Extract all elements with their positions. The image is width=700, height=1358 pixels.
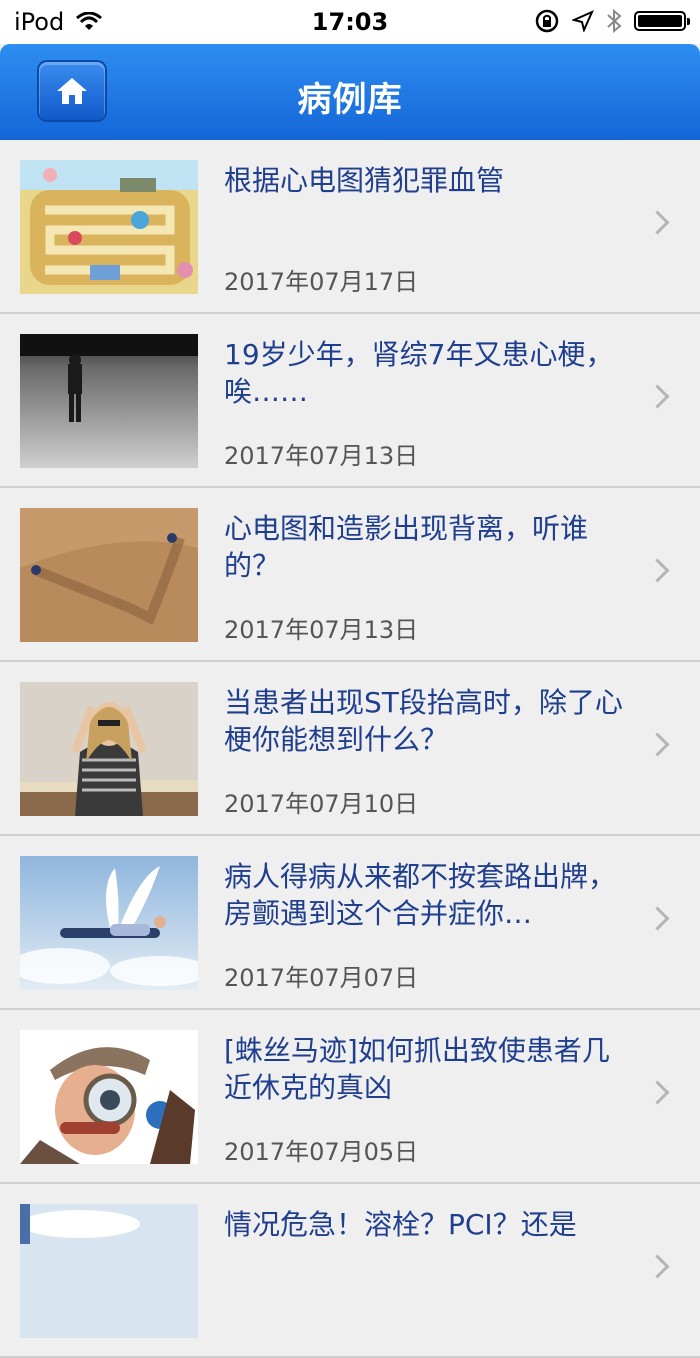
chevron-right-icon xyxy=(645,906,670,931)
case-title: 19岁少年，肾综7年又患心梗，唉…… xyxy=(224,338,614,408)
case-date: 2017年07月13日 xyxy=(224,616,419,644)
case-thumbnail xyxy=(20,160,198,294)
case-thumbnail xyxy=(20,1030,198,1164)
status-bar: iPod 17:03 xyxy=(0,0,700,44)
list-item[interactable]: 19岁少年，肾综7年又患心梗，唉…… 2017年07月13日 xyxy=(0,314,700,488)
chevron-right-icon xyxy=(645,558,670,583)
chevron-right-icon xyxy=(645,384,670,409)
list-item[interactable]: 根据心电图猜犯罪血管 2017年07月17日 xyxy=(0,140,700,314)
case-thumbnail xyxy=(20,682,198,816)
case-thumbnail xyxy=(20,508,198,642)
case-title: 心电图和造影出现背离，听谁的？ xyxy=(224,512,589,582)
page-title: 病例库 xyxy=(297,80,403,120)
chevron-right-icon xyxy=(645,732,670,757)
list-item[interactable]: [蛛丝马迹]如何抓出致使患者几近休克的真凶 2017年07月05日 xyxy=(0,1010,700,1184)
case-date: 2017年07月07日 xyxy=(224,964,419,992)
chevron-right-icon xyxy=(645,210,670,235)
location-icon xyxy=(572,10,594,32)
case-list: 根据心电图猜犯罪血管 2017年07月17日 19岁少年，肾综7年又患心梗，唉…… xyxy=(0,140,700,1358)
bluetooth-icon xyxy=(607,8,622,34)
case-date: 2017年07月17日 xyxy=(224,268,419,296)
rotation-lock-icon xyxy=(535,9,559,33)
battery-icon xyxy=(634,11,690,31)
case-title: [蛛丝马迹]如何抓出致使患者几近休克的真凶 xyxy=(224,1034,610,1104)
case-title: 病人得病从来都不按套路出牌，房颤遇到这个合并症你… xyxy=(224,860,617,930)
list-item[interactable]: 当患者出现ST段抬高时，除了心梗你能想到什么？ 2017年07月10日 xyxy=(0,662,700,836)
nav-bar: 病例库 xyxy=(0,44,700,141)
list-item[interactable]: 心电图和造影出现背离，听谁的？ 2017年07月13日 xyxy=(0,488,700,662)
list-item[interactable]: 情况危急！溶栓？PCI？还是 xyxy=(0,1184,700,1358)
case-title: 当患者出现ST段抬高时，除了心梗你能想到什么？ xyxy=(224,686,623,756)
case-title: 根据心电图猜犯罪血管 xyxy=(224,164,505,197)
case-date: 2017年07月10日 xyxy=(224,790,419,818)
case-date: 2017年07月13日 xyxy=(224,442,419,470)
chevron-right-icon xyxy=(645,1080,670,1105)
case-thumbnail xyxy=(20,334,198,468)
case-date: 2017年07月05日 xyxy=(224,1138,419,1166)
list-item[interactable]: 病人得病从来都不按套路出牌，房颤遇到这个合并症你… 2017年07月07日 xyxy=(0,836,700,1010)
status-right xyxy=(534,8,690,34)
case-title: 情况危急！溶栓？PCI？还是 xyxy=(224,1208,577,1241)
chevron-right-icon xyxy=(645,1254,670,1279)
case-thumbnail xyxy=(20,1204,198,1338)
case-thumbnail xyxy=(20,856,198,990)
